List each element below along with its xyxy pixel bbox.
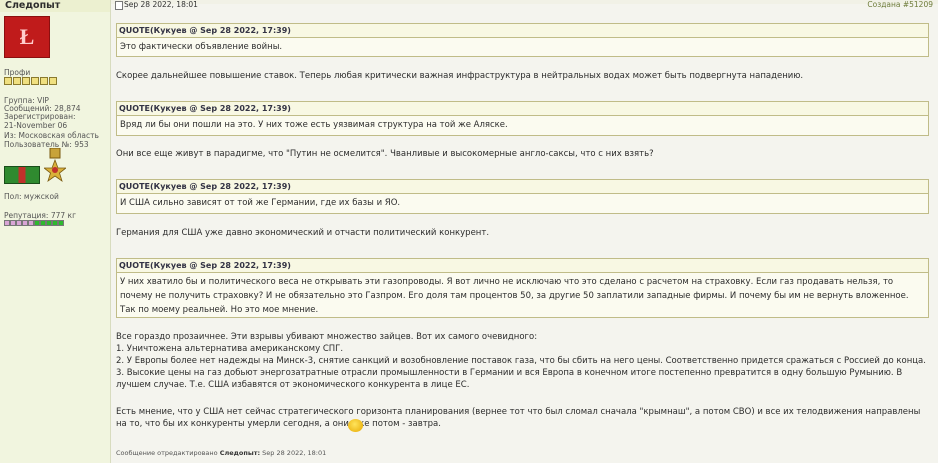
post-column: Sep 28 2022, 18:01 Создана #51209 QUOTE(… [111, 0, 938, 463]
rank-stars [4, 77, 57, 85]
reply-text: 1. Уничтожена альтернатива американскому… [116, 344, 344, 354]
post-number[interactable]: Создана #51209 [867, 0, 933, 9]
quote-body: Вряд ли бы они пошли на это. У них тоже … [116, 116, 929, 136]
user-gender: Пол: мужской [4, 192, 59, 201]
edited-by: Следопыт: [219, 449, 261, 457]
user-registered: Зарегистрирован: 21-November 06 [4, 112, 76, 130]
rank-label: Профи [4, 68, 31, 77]
reply-text: 2. У Европы более нет надежды на Минск-3… [116, 356, 926, 366]
post-date: Sep 28 2022, 18:01 [124, 0, 198, 9]
medal-icon [44, 148, 66, 182]
quote-header: QUOTE(Кукуев @ Sep 28 2022, 17:39) [116, 23, 929, 38]
reply-text: Германия для США уже давно экономический… [116, 228, 490, 238]
post-icon[interactable] [115, 1, 123, 10]
reply-text: 3. Высокие цены на газ добьют энергозатр… [116, 368, 903, 390]
quote-header: QUOTE(Кукуев @ Sep 28 2022, 17:39) [116, 179, 929, 194]
edited-date: Sep 28 2022, 18:01 [262, 449, 327, 457]
reply-text: Все гораздо прозаичнее. Эти взрывы убива… [116, 332, 538, 342]
user-from: Из: Московская область [4, 131, 99, 140]
post-header: Sep 28 2022, 18:01 Создана #51209 [111, 0, 938, 10]
quote-header: QUOTE(Кукуев @ Sep 28 2022, 17:39) [116, 258, 929, 273]
user-profile-column: Следопыт Ł Профи Группа: VIP Сообщений: … [0, 0, 111, 463]
reply-text: Скорее дальнейшее повышение ставок. Тепе… [116, 71, 804, 81]
quote-header: QUOTE(Кукуев @ Sep 28 2022, 17:39) [116, 101, 929, 116]
user-reputation: Репутация: 777 кг [4, 211, 77, 220]
username[interactable]: Следопыт [0, 0, 110, 12]
ribbon-award-icon [4, 166, 40, 184]
smiley-icon [348, 419, 363, 432]
avatar[interactable]: Ł [4, 16, 50, 58]
edited-prefix: Сообщение отредактировано [116, 449, 218, 457]
reply-text: Есть мнение, что у США нет сейчас страте… [116, 407, 921, 429]
quote-body: Это фактически объявление войны. [116, 38, 929, 57]
reply-text: Они все еще живут в парадигме, что "Пути… [116, 149, 654, 159]
reputation-bar [4, 220, 64, 226]
edited-note: Сообщение отредактировано Следопыт: Sep … [116, 449, 326, 457]
quote-body: У них хватило бы и политического веса не… [116, 273, 929, 318]
quote-body: И США сильно зависят от той же Германии,… [116, 194, 929, 214]
